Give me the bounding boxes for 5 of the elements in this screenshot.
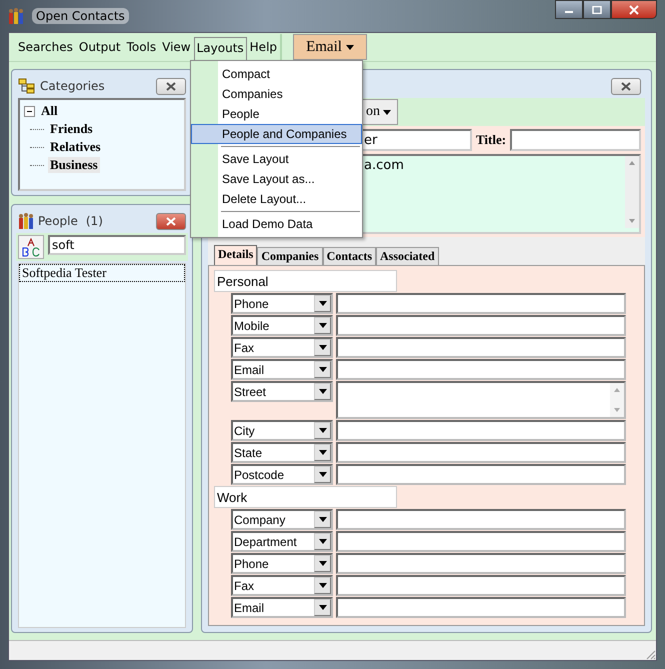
panel-title: Categories: [40, 79, 105, 93]
window-title: Open Contacts: [32, 8, 129, 24]
panel-title: People: [38, 214, 78, 228]
field-label: Title:: [476, 132, 506, 148]
people-count: (1): [86, 214, 103, 228]
